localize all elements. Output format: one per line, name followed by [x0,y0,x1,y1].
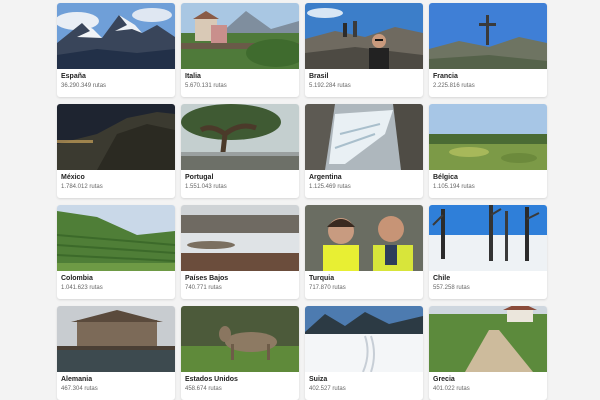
country-card-paises-bajos[interactable]: Países Bajos 740.771 rutas [181,205,299,299]
country-photo [429,306,547,372]
country-name: Francia [433,73,458,80]
country-photo [181,3,299,69]
country-card-francia[interactable]: Francia 2.225.816 rutas [429,3,547,97]
route-count: 458.674 rutas [185,386,222,392]
country-card-turquia[interactable]: Turquia 717.870 rutas [305,205,423,299]
route-count: 1.041.623 rutas [61,285,103,291]
country-grid: España 36.290.349 rutas Italia 5.670.131… [0,0,600,400]
country-photo [305,205,423,271]
country-name: México [61,174,85,181]
route-count: 401.022 rutas [433,386,470,392]
route-count: 557.258 rutas [433,285,470,291]
country-photo [181,104,299,170]
country-card-portugal[interactable]: Portugal 1.551.043 rutas [181,104,299,198]
country-name: Países Bajos [185,275,229,282]
country-photo [429,3,547,69]
country-name: Brasil [309,73,329,80]
country-card-italia[interactable]: Italia 5.670.131 rutas [181,3,299,97]
route-count: 1.125.469 rutas [309,184,351,190]
country-card-brasil[interactable]: Brasil 5.192.284 rutas [305,3,423,97]
country-name: Grecia [433,376,455,383]
country-card-belgica[interactable]: Bélgica 1.105.194 rutas [429,104,547,198]
route-count: 402.527 rutas [309,386,346,392]
country-photo [305,3,423,69]
route-count: 2.225.816 rutas [433,83,475,89]
route-count: 36.290.349 rutas [61,83,107,89]
country-name: Suiza [309,376,328,383]
country-photo [305,104,423,170]
country-card-alemania[interactable]: Alemania 467.304 rutas [57,306,175,400]
route-count: 5.670.131 rutas [185,83,227,89]
country-card-espana[interactable]: España 36.290.349 rutas [57,3,175,97]
country-photo [181,205,299,271]
route-count: 1.551.043 rutas [185,184,227,190]
route-count: 467.304 rutas [61,386,98,392]
route-count: 1.784.012 rutas [61,184,103,190]
country-name: Bélgica [433,174,458,181]
route-count: 717.870 rutas [309,285,346,291]
country-name: Estados Unidos [185,376,238,383]
country-photo [57,3,175,69]
country-name: Portugal [185,174,214,181]
country-name: Alemania [61,376,93,383]
country-photo [57,205,175,271]
country-card-suiza[interactable]: Suiza 402.527 rutas [305,306,423,400]
country-name: Italia [185,73,201,80]
country-photo [57,104,175,170]
country-name: Colombia [61,275,93,282]
country-photo [429,205,547,271]
country-photo [181,306,299,372]
country-card-argentina[interactable]: Argentina 1.125.469 rutas [305,104,423,198]
route-count: 740.771 rutas [185,285,222,291]
country-name: Turquia [309,275,335,282]
country-name: Chile [433,275,451,282]
country-card-colombia[interactable]: Colombia 1.041.623 rutas [57,205,175,299]
country-name: España [61,73,86,80]
route-count: 1.105.194 rutas [433,184,475,190]
country-name: Argentina [309,174,342,181]
country-card-mexico[interactable]: México 1.784.012 rutas [57,104,175,198]
country-photo [57,306,175,372]
route-count: 5.192.284 rutas [309,83,351,89]
country-card-estados-unidos[interactable]: Estados Unidos 458.674 rutas [181,306,299,400]
country-card-chile[interactable]: Chile 557.258 rutas [429,205,547,299]
country-card-grecia[interactable]: Grecia 401.022 rutas [429,306,547,400]
country-photo [429,104,547,170]
country-photo [305,306,423,372]
